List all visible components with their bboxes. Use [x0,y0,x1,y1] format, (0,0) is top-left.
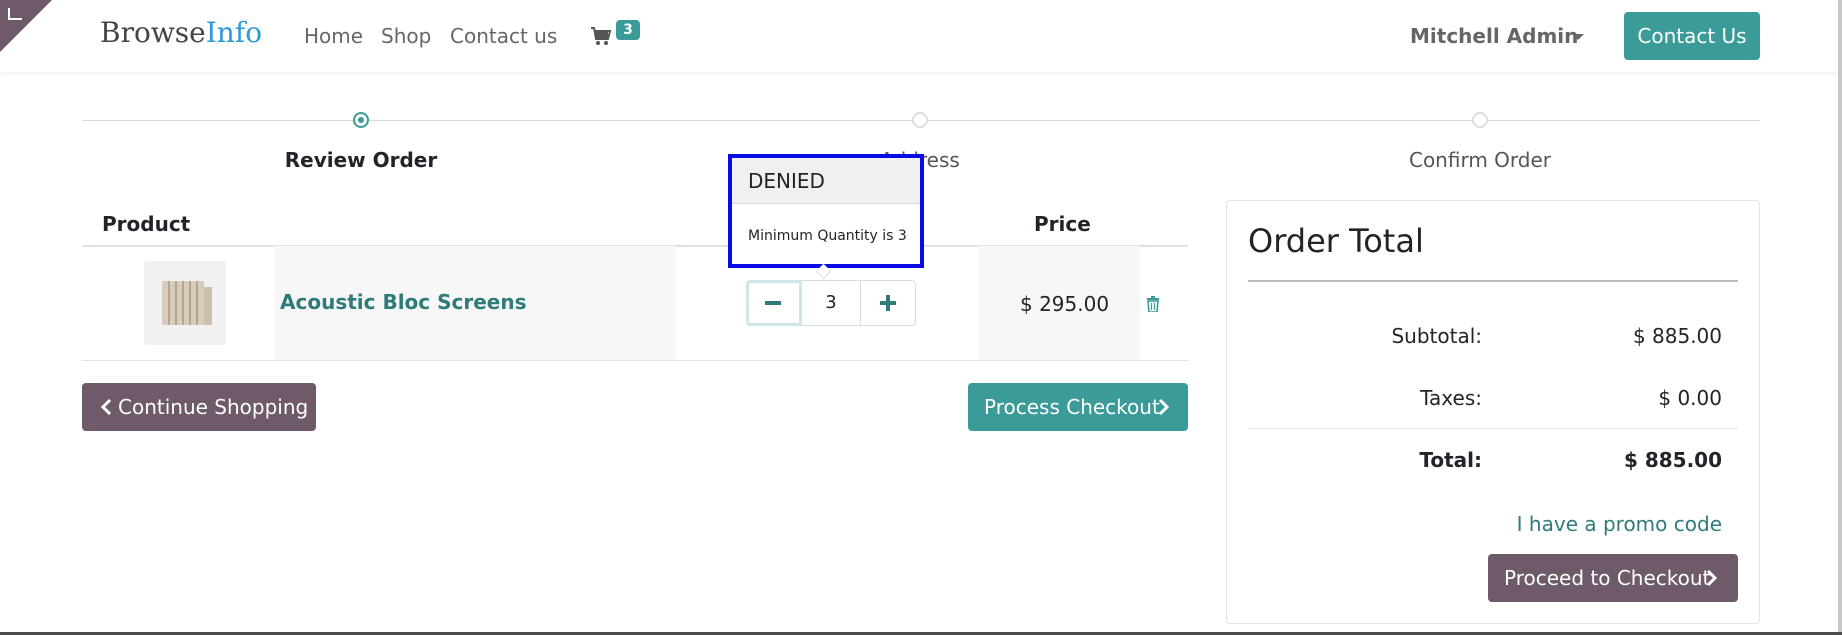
chevron-down-icon[interactable] [1572,34,1584,40]
product-price: $ 295.00 [1020,292,1110,316]
product-column-header: Product [102,212,191,236]
proceed-to-checkout-label: Proceed to Checkout [1504,566,1711,590]
proceed-to-checkout-button[interactable]: Proceed to Checkout [1488,554,1738,602]
subtotal-value: $ 885.00 [1632,324,1722,348]
trash-icon[interactable] [1146,296,1160,312]
step-review-dot [353,112,369,128]
product-name-link[interactable]: Acoustic Bloc Screens [280,290,527,314]
promo-code-link[interactable]: I have a promo code [1480,512,1722,536]
brand-logo[interactable]: BrowseInfo [100,16,262,49]
quantity-decrease-button[interactable] [746,280,802,326]
order-total-title: Order Total [1248,222,1424,260]
cart-icon[interactable] [590,26,612,46]
taxes-label: Taxes: [1420,386,1482,410]
order-total-divider [1248,280,1738,282]
quantity-increase-button[interactable] [860,280,916,326]
quantity-denied-popover: DENIED Minimum Quantity is 3 [728,154,924,268]
step-confirm-dot [1472,112,1488,128]
process-checkout-label: Process Checkout [984,395,1160,419]
step-review-label: Review Order [284,148,438,172]
contact-us-button[interactable]: Contact Us [1624,12,1760,60]
taxes-value: $ 0.00 [1658,386,1722,410]
step-confirm-label: Confirm Order [1408,148,1552,172]
chevron-right-icon [1158,399,1170,415]
nav-shop[interactable]: Shop [381,24,431,48]
continue-shopping-button[interactable]: Continue Shopping [82,383,316,431]
product-image[interactable] [144,261,226,345]
chevron-right-icon [1706,570,1718,586]
popover-message: Minimum Quantity is 3 [748,228,907,244]
price-column-header: Price [1034,212,1091,236]
user-menu[interactable]: Mitchell Admin [1410,24,1578,48]
step-address-dot [912,112,928,128]
vertical-scrollbar[interactable] [1838,0,1842,635]
popover-title: DENIED [732,158,920,204]
nav-contact-us[interactable]: Contact us [450,24,557,48]
brand-logo-part1: Browse [100,16,206,49]
table-row-divider [82,360,1188,361]
brand-logo-part2: Info [205,16,263,49]
minus-icon [765,301,781,305]
subtotal-label: Subtotal: [1391,324,1482,348]
resize-corner-icon [8,8,22,20]
nav-home[interactable]: Home [304,24,363,48]
quantity-input[interactable]: 3 [802,280,860,326]
process-checkout-button[interactable]: Process Checkout [968,383,1188,431]
continue-shopping-label: Continue Shopping [118,395,309,419]
total-value: $ 885.00 [1623,448,1722,472]
total-label: Total: [1419,448,1482,472]
totals-divider [1248,428,1738,429]
cart-count-badge[interactable]: 3 [616,20,640,40]
chevron-left-icon [100,399,112,415]
